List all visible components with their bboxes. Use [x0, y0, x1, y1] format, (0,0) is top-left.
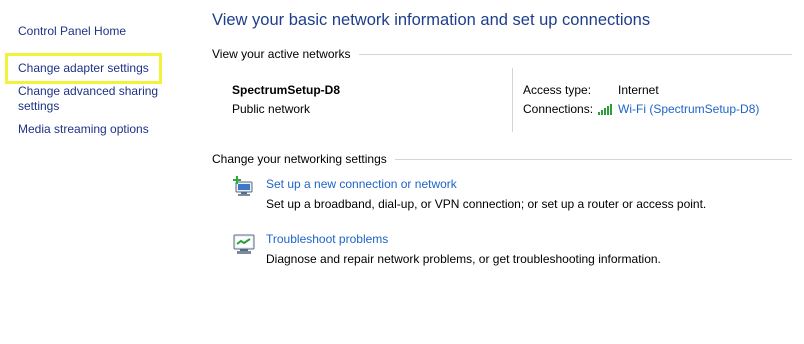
change-settings-header: Change your networking settings [212, 151, 792, 167]
active-networks-header: View your active networks [212, 46, 792, 62]
task-pane: Control Panel Home Change adapter settin… [0, 0, 200, 344]
setup-connection-link[interactable]: Set up a new connection or network [266, 177, 457, 191]
page-title: View your basic network information and … [212, 11, 651, 29]
sidebar-item-advanced-sharing-settings[interactable]: Change advanced sharing settings [18, 84, 168, 114]
troubleshoot-icon [232, 233, 256, 255]
section-divider [394, 158, 792, 160]
wifi-signal-icon [598, 103, 614, 115]
setup-connection-description: Set up a broadband, dial-up, or VPN conn… [266, 197, 707, 211]
change-settings-label: Change your networking settings [212, 152, 387, 166]
troubleshoot-description: Diagnose and repair network problems, or… [266, 252, 661, 266]
sidebar-item-media-streaming-options[interactable]: Media streaming options [18, 122, 149, 137]
network-name: SpectrumSetup-D8 [232, 83, 341, 97]
new-connection-icon [232, 176, 256, 198]
access-type-value: Internet [618, 83, 659, 97]
troubleshoot-link[interactable]: Troubleshoot problems [266, 232, 388, 246]
sidebar-item-change-adapter-settings[interactable]: Change adapter settings [18, 61, 149, 76]
vertical-divider [512, 68, 513, 132]
wifi-connection-link[interactable]: Wi-Fi (SpectrumSetup-D8) [598, 102, 759, 116]
active-networks-label: View your active networks [212, 47, 351, 61]
network-sharing-center: Control Panel Home Change adapter settin… [0, 0, 804, 344]
network-category: Public network [232, 102, 311, 116]
wifi-connection-label: Wi-Fi (SpectrumSetup-D8) [618, 102, 760, 116]
connections-label: Connections: [523, 102, 594, 116]
section-divider [358, 53, 792, 55]
access-type-label: Access type: [523, 83, 592, 97]
sidebar-item-control-panel-home[interactable]: Control Panel Home [18, 24, 126, 39]
